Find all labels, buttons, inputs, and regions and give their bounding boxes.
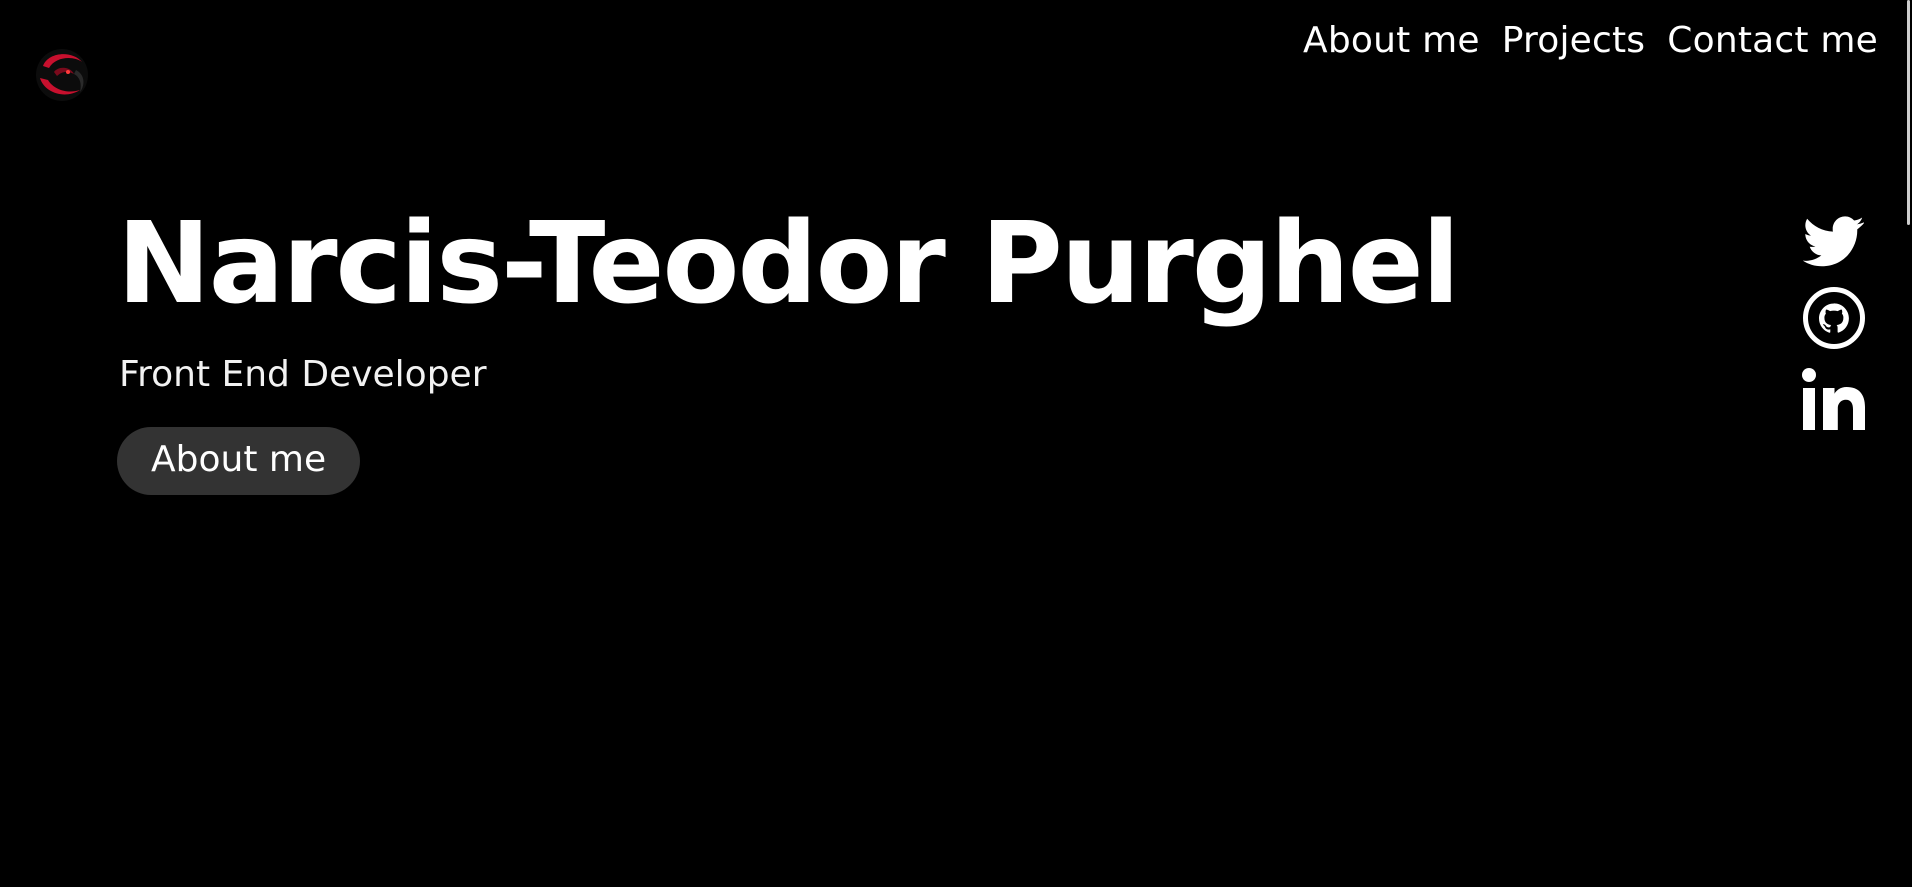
linkedin-icon (1802, 368, 1865, 430)
social-links (1802, 216, 1866, 430)
about-me-button[interactable]: About me (117, 427, 361, 495)
scrollbar[interactable] (1904, 0, 1912, 887)
nav-about-me[interactable]: About me (1303, 20, 1480, 61)
hero-section: Narcis-Teodor Purghel Front End Develope… (117, 199, 1460, 495)
twitter-icon (1802, 216, 1864, 267)
scrollbar-thumb[interactable] (1907, 0, 1910, 225)
main-nav: About me Projects Contact me (1303, 20, 1878, 61)
hero-subtitle: Front End Developer (119, 354, 487, 395)
linkedin-link[interactable] (1802, 368, 1866, 430)
nav-contact-me[interactable]: Contact me (1667, 20, 1878, 61)
hero-name: Narcis-Teodor Purghel (117, 199, 1460, 329)
github-link[interactable] (1802, 286, 1866, 350)
nav-projects[interactable]: Projects (1502, 20, 1646, 61)
twitter-link[interactable] (1802, 216, 1865, 268)
dragon-logo[interactable] (30, 44, 94, 104)
github-icon (1803, 287, 1865, 349)
